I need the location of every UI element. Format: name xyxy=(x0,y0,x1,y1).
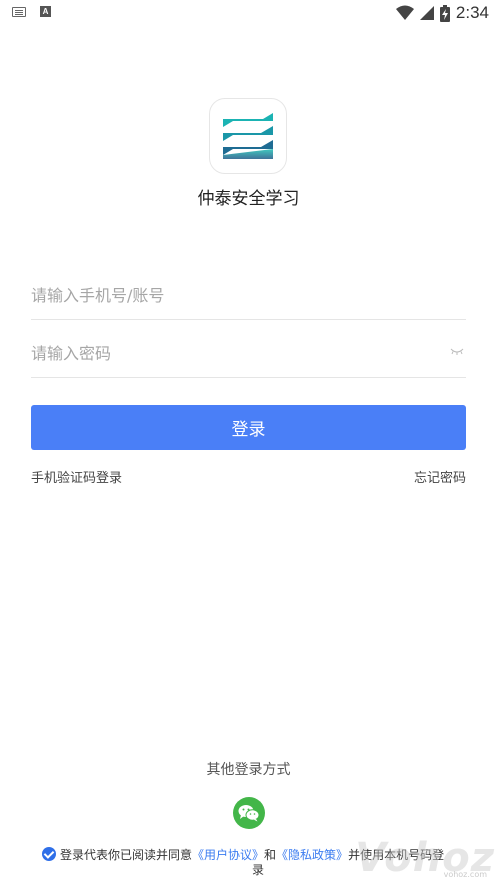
status-left: A xyxy=(12,6,51,17)
login-button[interactable]: 登录 xyxy=(31,405,466,450)
account-input[interactable] xyxy=(31,278,431,312)
battery-charging-icon xyxy=(439,4,450,22)
account-field xyxy=(31,270,466,320)
forgot-password-link[interactable]: 忘记密码 xyxy=(414,467,466,486)
wechat-icon xyxy=(238,805,260,822)
sms-login-link[interactable]: 手机验证码登录 xyxy=(31,467,122,486)
wechat-login-button[interactable] xyxy=(233,797,265,829)
app-logo-icon xyxy=(223,113,273,159)
cell-signal-icon xyxy=(419,6,434,20)
other-login-title: 其他登录方式 xyxy=(206,762,291,778)
status-right: 2:34 xyxy=(395,3,489,23)
user-agreement-link[interactable]: 《用户协议》 xyxy=(192,848,264,862)
wifi-icon xyxy=(395,5,414,20)
password-input[interactable] xyxy=(31,336,431,370)
privacy-policy-link[interactable]: 《隐私政策》 xyxy=(276,848,348,862)
status-bar: A 2:34 xyxy=(0,0,497,26)
app-logo xyxy=(209,98,287,174)
watermark-url: vohoz.com xyxy=(443,870,487,879)
password-field xyxy=(31,328,466,378)
agreement-prefix: 登录代表你已阅读并同意 xyxy=(60,848,193,862)
status-time: 2:34 xyxy=(455,3,489,22)
agreement-checkbox-icon[interactable] xyxy=(42,847,56,861)
app-name: 仲泰安全学习 xyxy=(197,189,300,209)
agreement-and: 和 xyxy=(264,848,277,862)
eye-closed-icon[interactable] xyxy=(450,346,464,358)
a-notification-icon: A xyxy=(40,6,51,17)
keyboard-icon xyxy=(12,6,26,17)
